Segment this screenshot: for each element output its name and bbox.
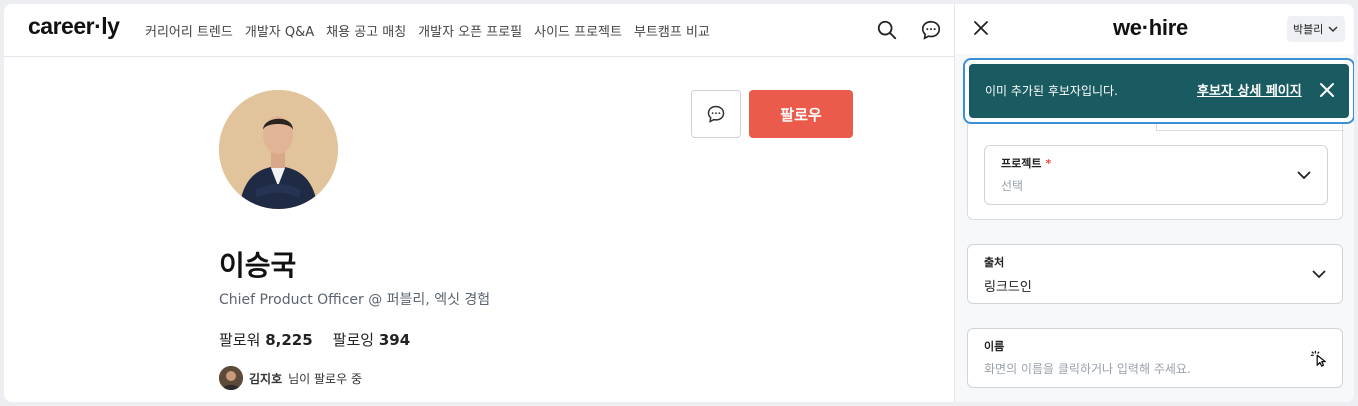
profile-name: 이승국 <box>219 249 297 282</box>
follow-stats: 팔로워 8,225 팔로잉 394 <box>219 329 410 350</box>
duplicate-candidate-toast: 이미 추가된 후보자입니다. 후보자 상세 페이지 <box>969 64 1349 118</box>
close-icon[interactable] <box>971 18 991 38</box>
source-value: 링크드인 <box>984 280 1032 295</box>
chat-icon <box>707 105 725 123</box>
name-field[interactable]: 이름 화면의 이름을 클릭하거나 입력해 주세요. <box>967 328 1343 388</box>
mutual-follow[interactable]: 김지호 님이 팔로우 중 <box>219 366 362 390</box>
careerly-header: career·ly 커리어리 트렌드 개발자 Q&A 채용 공고 매칭 개발자 … <box>4 4 954 57</box>
user-menu[interactable]: 박블리 <box>1287 16 1346 42</box>
project-card: 프로젝트 * 선택 <box>967 116 1344 220</box>
wehire-logo: we·hire <box>1113 15 1188 40</box>
followers-label: 팔로워 <box>219 331 261 349</box>
name-label: 이름 <box>984 340 1005 353</box>
chevron-down-icon <box>1328 26 1338 33</box>
toast-message: 이미 추가된 후보자입니다. <box>985 84 1118 98</box>
source-label: 출처 <box>984 256 1005 269</box>
close-icon[interactable] <box>1317 80 1337 100</box>
nav-item-dev-profile[interactable]: 개발자 오픈 프로필 <box>418 21 522 40</box>
wehire-header: we·hire 박블리 <box>955 4 1354 54</box>
pointer-click-icon[interactable] <box>1310 349 1328 367</box>
follow-button[interactable]: 팔로우 <box>749 90 853 138</box>
project-placeholder: 선택 <box>1001 179 1024 193</box>
nav-item-job-matching[interactable]: 채용 공고 매칭 <box>326 21 406 40</box>
name-placeholder: 화면의 이름을 클릭하거나 입력해 주세요. <box>984 362 1191 376</box>
project-label: 프로젝트 * <box>1001 157 1052 170</box>
chevron-down-icon <box>1297 171 1311 180</box>
mutual-avatar <box>219 366 243 390</box>
main-nav: 커리어리 트렌드 개발자 Q&A 채용 공고 매칭 개발자 오픈 프로필 사이드… <box>145 21 710 40</box>
nav-item-trends[interactable]: 커리어리 트렌드 <box>145 21 233 40</box>
chevron-down-icon <box>1312 270 1326 279</box>
mutual-name: 김지호 <box>249 371 283 386</box>
message-button[interactable] <box>691 90 741 138</box>
wehire-panel: we·hire 박블리 프로젝트 * 선택 출처 링크드인 이름 화면의 이름을… <box>954 4 1354 402</box>
source-select[interactable]: 출처 링크드인 <box>967 244 1343 304</box>
nav-item-bootcamp[interactable]: 부트캠프 비교 <box>634 21 710 40</box>
nav-item-side-project[interactable]: 사이드 프로젝트 <box>534 21 622 40</box>
project-select[interactable]: 프로젝트 * 선택 <box>984 145 1328 205</box>
user-name: 박블리 <box>1293 23 1324 36</box>
browser-viewport: career·ly 커리어리 트렌드 개발자 Q&A 채용 공고 매칭 개발자 … <box>4 4 1354 402</box>
followers-stat[interactable]: 팔로워 8,225 <box>219 329 313 350</box>
following-label: 팔로잉 <box>332 331 375 349</box>
nav-item-dev-qna[interactable]: 개발자 Q&A <box>245 21 314 40</box>
following-count: 394 <box>378 331 411 349</box>
following-stat[interactable]: 팔로잉 394 <box>333 329 411 350</box>
candidate-detail-link[interactable]: 후보자 상세 페이지 <box>1197 80 1302 99</box>
careerly-logo[interactable]: career·ly <box>28 13 120 40</box>
mutual-suffix: 님이 팔로우 중 <box>288 371 362 386</box>
profile-avatar <box>219 90 338 209</box>
profile-headline: Chief Product Officer @ 퍼블리, 엑싯 경험 <box>219 292 491 308</box>
search-icon[interactable] <box>876 19 898 41</box>
toast-focus-ring: 이미 추가된 후보자입니다. 후보자 상세 페이지 <box>963 58 1354 124</box>
followers-count: 8,225 <box>265 331 313 349</box>
chat-icon[interactable] <box>920 19 942 41</box>
